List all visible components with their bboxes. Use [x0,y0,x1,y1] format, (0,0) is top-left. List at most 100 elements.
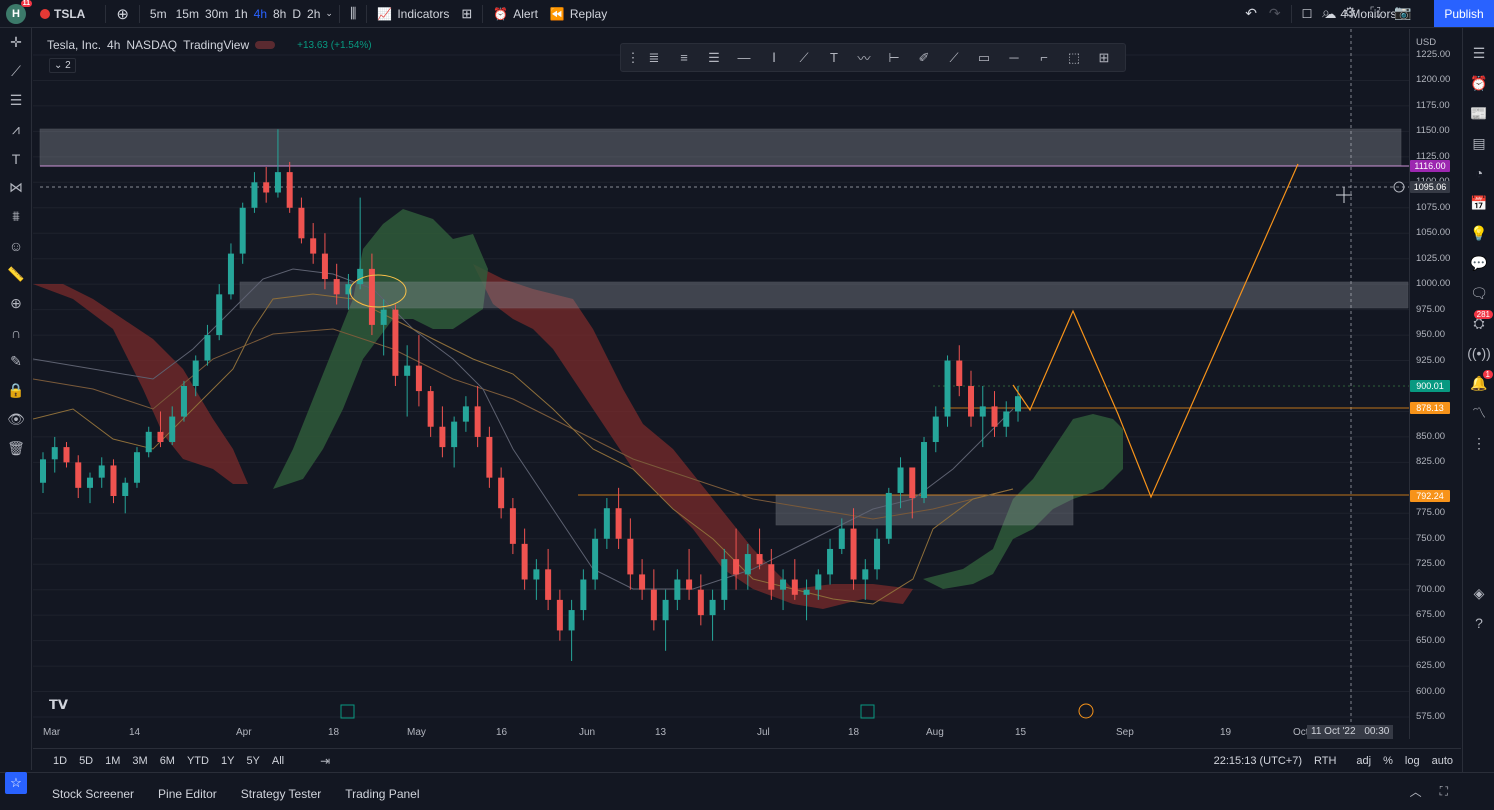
prediction-icon[interactable]: ⩩ [0,202,32,231]
interval-8h[interactable]: 8h [270,0,289,28]
horizontal-lines-icon[interactable]: ☰ [0,86,32,115]
eye-icon[interactable]: 👁 [0,405,32,434]
goto-date-icon[interactable]: ⇥ [320,754,330,768]
watchlist-icon[interactable]: ☰ [1463,38,1494,68]
trash-icon[interactable]: 🗑 [0,434,32,463]
patterns-icon[interactable]: ⩘ [0,115,32,144]
range-1m[interactable]: 1M [99,755,126,767]
path-icon[interactable]: 〰 [849,44,879,72]
currency-label[interactable]: USD [1416,37,1436,48]
bell-icon[interactable]: 🔔 1 [1463,368,1494,398]
price-range-icon[interactable]: ⊢ [879,44,909,72]
messages-icon[interactable]: 🗨 [1463,278,1494,308]
ray-icon[interactable]: ⟋ [939,44,969,72]
range-1y[interactable]: 1Y [215,755,240,767]
interval-2h[interactable]: 2h [304,0,323,28]
chat-icon[interactable]: 💬 [1463,248,1494,278]
broadcast-icon[interactable]: ((•)) [1463,338,1494,368]
magnet-icon[interactable]: ∩ [0,318,32,347]
alarm-clock-icon[interactable]: ⏰ [1463,68,1494,98]
callout-icon[interactable]: ▭ [969,44,999,72]
trendline-icon[interactable]: ⟋ [0,57,32,86]
interval-1h[interactable]: 1h [231,0,250,28]
interval-d[interactable]: D [289,0,304,28]
drag-handle-icon[interactable]: ⋮ [627,44,640,72]
grid-icon[interactable]: ⊞ [1089,44,1119,72]
publish-button[interactable]: Publish [1434,0,1494,27]
favorites-star-icon[interactable]: ☆ [5,772,27,794]
chart-signal-icon[interactable]: 〽 [1463,398,1494,428]
replay-button[interactable]: ⏪ Replay [544,0,613,28]
horizontal-ray-icon[interactable]: — [729,44,759,72]
range-6m[interactable]: 6M [154,755,181,767]
rectangle-icon[interactable]: ⬚ [1059,44,1089,72]
indicators-button[interactable]: 📈 Indicators [371,0,455,28]
redo-icon[interactable]: ↷ [1263,0,1287,28]
streams-icon[interactable]: ⛭ 281 [1463,308,1494,338]
range-3m[interactable]: 3M [126,755,153,767]
tab-pine-editor[interactable]: Pine Editor [146,787,229,801]
range-5y[interactable]: 5Y [240,755,265,767]
session-toggle[interactable]: RTH [1314,755,1336,767]
auto-toggle[interactable]: auto [1432,755,1453,767]
symbol-search[interactable]: TSLA [40,7,85,21]
undo-icon[interactable]: ↶ [1239,0,1263,28]
price-axis[interactable]: USD 1225.00 1200.00 1175.00 1150.00 1125.00 1… [1409,29,1461,739]
zoom-in-icon[interactable]: ⊕ [0,289,32,318]
node-tool-icon[interactable]: ⋈ [0,173,32,202]
layout-grid-icon[interactable]: ⊞ [455,0,478,28]
range-all[interactable]: All [266,755,290,767]
camera-icon[interactable]: 📷 [1394,4,1411,21]
percent-toggle[interactable]: % [1383,755,1393,767]
comment-icon[interactable]: ⌐ [1029,44,1059,72]
price-chart[interactable]: 𝗧𝗩 [33,29,1409,739]
gear-icon[interactable]: ⚙ [1344,4,1357,21]
indicator-count-toggle[interactable]: ⌄ 2 [49,58,76,73]
tab-trading-panel[interactable]: Trading Panel [333,787,431,801]
time-axis[interactable]: Mar 14 Apr 18 May 16 Jun 13 Jul 18 Aug 15 Sep 19 Oct 1… [33,724,1409,742]
range-ytd[interactable]: YTD [181,755,215,767]
earnings-marker-icon[interactable] [860,704,875,719]
range-1d[interactable]: 1D [47,755,73,767]
candle-type-icon[interactable]: ⫼ [344,0,362,28]
fib-channel-icon[interactable]: ≡ [669,44,699,72]
interval-30m[interactable]: 30m [202,0,231,28]
horizontal-line-icon[interactable]: ─ [999,44,1029,72]
ideas-bulb-icon[interactable]: 💡 [1463,218,1494,248]
help-icon[interactable]: ? [1463,608,1494,638]
emoji-icon[interactable]: ☺ [0,231,32,260]
fib-tool-icon[interactable]: ≣ [639,44,669,72]
order-panel-icon[interactable]: ⋮ [1463,428,1494,458]
vertical-line-icon[interactable]: Ⅰ [759,44,789,72]
fullscreen-icon[interactable]: ⛶ [1370,4,1380,21]
brush-icon[interactable]: ✐ [909,44,939,72]
crosshair-icon[interactable]: ✛ [0,28,32,57]
clock[interactable]: 22:15:13 (UTC+7) [1214,755,1302,767]
calendar-icon[interactable]: 📅 [1463,188,1494,218]
news-icon[interactable]: 📰 [1463,98,1494,128]
text-tool-icon[interactable]: T [0,144,32,173]
search-icon[interactable]: ⌕ [1322,4,1330,21]
trend-line-icon[interactable]: ⟋ [789,44,819,72]
ruler-icon[interactable]: 📏 [0,260,32,289]
alert-button[interactable]: ⏰ Alert [487,0,544,28]
tab-strategy-tester[interactable]: Strategy Tester [229,787,333,801]
text-icon[interactable]: T [819,44,849,72]
log-toggle[interactable]: log [1405,755,1420,767]
interval-4h[interactable]: 4h [251,0,270,28]
hotlist-icon[interactable]: ◔ [1463,158,1494,188]
user-avatar[interactable]: H 11 [6,0,32,24]
interval-15m[interactable]: 15m [173,0,202,28]
pencil-lock-icon[interactable]: ✎ [0,347,32,376]
layout-select-icon[interactable]: ☐ [1296,0,1319,28]
lock-icon[interactable]: 🔒 [0,376,32,405]
interval-chevron-down-icon[interactable]: ⌄ [323,0,335,28]
layers-icon[interactable]: ◈ [1463,578,1494,608]
adj-toggle[interactable]: adj [1356,755,1371,767]
maximize-panel-icon[interactable]: ⛶ [1440,784,1448,799]
data-window-icon[interactable]: ▤ [1463,128,1494,158]
earnings-marker-icon[interactable] [340,704,355,719]
collapse-panel-icon[interactable]: ︿ [1410,783,1422,800]
dividend-marker-icon[interactable] [1078,703,1094,719]
range-5d[interactable]: 5D [73,755,99,767]
